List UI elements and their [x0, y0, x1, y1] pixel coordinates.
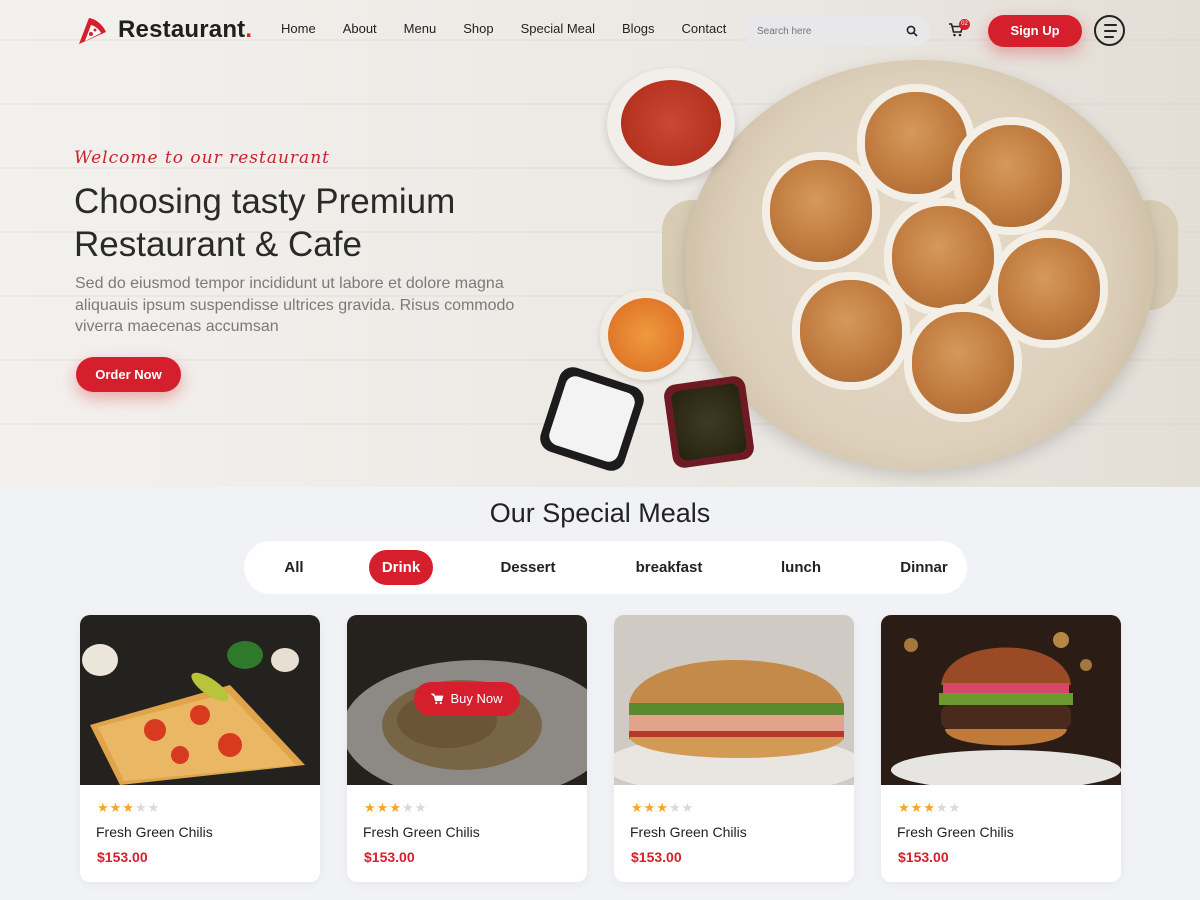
muffin-image: [800, 280, 902, 382]
filter-dinnar[interactable]: Dinnar: [888, 541, 960, 594]
meal-title: Fresh Green Chilis: [96, 824, 213, 840]
nav-about[interactable]: About: [343, 21, 377, 36]
star-icon: ★: [910, 800, 923, 815]
star-icon: ★: [681, 800, 694, 815]
star-icon: ★: [134, 800, 147, 815]
star-icon: ★: [668, 800, 681, 815]
star-icon: ★: [376, 800, 389, 815]
filter-lunch[interactable]: lunch: [770, 541, 832, 594]
meal-filter-bar: All Drink Dessert breakfast lunch Dinnar: [244, 541, 967, 594]
brand-dot: .: [245, 16, 253, 43]
muffin-image: [912, 312, 1014, 414]
meal-price: $153.00: [631, 849, 682, 865]
signup-button[interactable]: Sign Up: [988, 15, 1082, 47]
filter-dessert[interactable]: Dessert: [488, 541, 568, 594]
muffin-image: [892, 206, 994, 308]
filter-all[interactable]: All: [268, 541, 320, 594]
order-now-button[interactable]: Order Now: [76, 357, 181, 392]
hero-welcome-text: Welcome to our restaurant: [74, 148, 330, 168]
star-icon: ★: [401, 800, 414, 815]
nav-special-meal[interactable]: Special Meal: [521, 21, 595, 36]
buy-now-button[interactable]: Buy Now: [414, 682, 520, 716]
brand-name: Restaurant: [118, 16, 246, 43]
meal-title: Fresh Green Chilis: [363, 824, 480, 840]
menu-line: [1104, 24, 1117, 26]
olive-dish: [662, 374, 756, 470]
nav-shop[interactable]: Shop: [463, 21, 493, 36]
meal-title: Fresh Green Chilis: [630, 824, 747, 840]
meal-title: Fresh Green Chilis: [897, 824, 1014, 840]
star-icon: ★: [631, 800, 643, 815]
star-icon: ★: [389, 800, 401, 815]
buy-now-label: Buy Now: [450, 691, 503, 706]
section-title: Our Special Meals: [489, 498, 711, 528]
search-input[interactable]: [757, 25, 897, 37]
muffin-image: [960, 125, 1062, 227]
star-icon: ★: [643, 800, 656, 815]
rating-stars: ★ ★ ★ ★ ★: [898, 801, 960, 814]
meal-card[interactable]: ★ ★ ★ ★ ★ Fresh Green Chilis $153.00: [614, 615, 854, 882]
meal-card[interactable]: ★ ★ ★ ★ ★ Fresh Green Chilis $153.00: [80, 615, 320, 882]
star-icon: ★: [656, 800, 668, 815]
cream-dish: [536, 363, 648, 475]
cart-button[interactable]: 02: [948, 19, 970, 42]
star-icon: ★: [97, 800, 109, 815]
muffin-image: [998, 238, 1100, 340]
meal-card[interactable]: ★ ★ ★ ★ ★ Fresh Green Chilis $153.00: [881, 615, 1121, 882]
search-icon[interactable]: [906, 25, 918, 37]
muffin-image: [770, 160, 872, 262]
star-icon: ★: [948, 800, 961, 815]
muffin-image: [865, 92, 967, 194]
meal-price: $153.00: [364, 849, 415, 865]
star-icon: ★: [364, 800, 376, 815]
main-nav: Home About Menu Shop Special Meal Blogs …: [281, 21, 753, 36]
hero-title: Choosing tasty Premium Restaurant & Cafe: [74, 182, 456, 264]
brand-logo[interactable]: Restaurant.: [76, 14, 252, 46]
nav-blogs[interactable]: Blogs: [622, 21, 655, 36]
rating-stars: ★ ★ ★ ★ ★: [364, 801, 426, 814]
nav-menu[interactable]: Menu: [404, 21, 437, 36]
star-icon: ★: [122, 800, 134, 815]
filter-breakfast[interactable]: breakfast: [624, 541, 714, 594]
star-icon: ★: [935, 800, 948, 815]
cart-icon: [431, 693, 444, 705]
nav-contact[interactable]: Contact: [682, 21, 727, 36]
star-icon: ★: [898, 800, 910, 815]
star-icon: ★: [923, 800, 935, 815]
hamburger-menu-button[interactable]: [1094, 15, 1125, 46]
star-icon: ★: [109, 800, 122, 815]
meal-price: $153.00: [97, 849, 148, 865]
sandwich-image: [614, 615, 854, 785]
dip-bowl: [600, 290, 692, 380]
sauce-bowl: [607, 68, 735, 180]
filter-drink[interactable]: Drink: [369, 550, 433, 585]
cart-count-badge: 02: [959, 19, 970, 30]
pizza-slice-icon: [79, 18, 106, 44]
meal-price: $153.00: [898, 849, 949, 865]
rating-stars: ★ ★ ★ ★ ★: [631, 801, 693, 814]
burger-image: [881, 615, 1121, 785]
star-icon: ★: [414, 800, 427, 815]
search-box: [745, 16, 930, 46]
rating-stars: ★ ★ ★ ★ ★: [97, 801, 159, 814]
menu-line: [1104, 30, 1117, 32]
meal-card[interactable]: Buy Now ★ ★ ★ ★ ★ Fresh Green Chilis $153.00: [347, 615, 587, 882]
nav-home[interactable]: Home: [281, 21, 316, 36]
pizza-image: [80, 615, 320, 785]
menu-line: [1104, 36, 1114, 38]
hero-subtitle: Sed do eiusmod tempor incididunt ut labo…: [75, 275, 515, 335]
star-icon: ★: [147, 800, 160, 815]
